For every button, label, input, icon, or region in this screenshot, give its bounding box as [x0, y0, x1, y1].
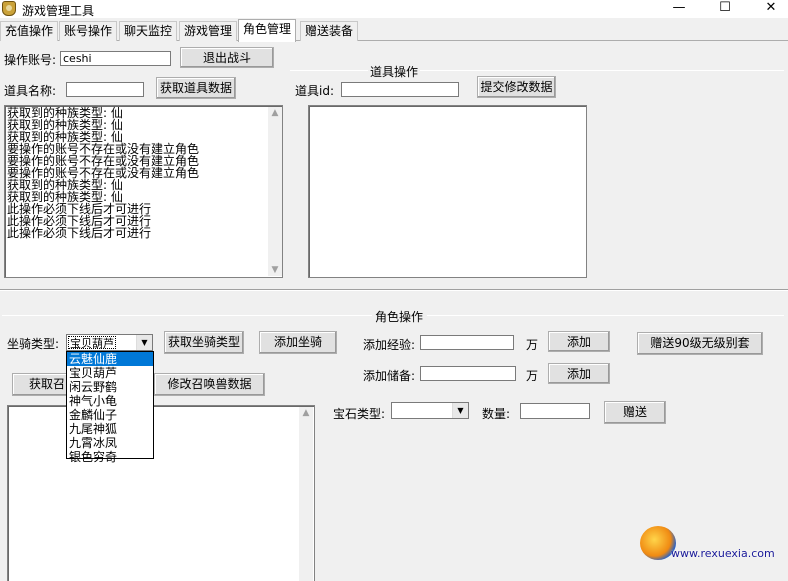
item-name-label: 道具名称: — [4, 84, 57, 98]
submit-modify-button[interactable]: 提交修改数据 — [477, 76, 556, 98]
maximize-icon[interactable]: ☐ — [702, 0, 748, 18]
tab-role-manage[interactable]: 角色管理 — [238, 19, 297, 42]
log-line: 此操作必须下线后才可进行 — [7, 226, 152, 240]
mount-selected-value: 宝贝葫芦 — [68, 336, 116, 350]
item-ops-group-line-left — [290, 70, 368, 71]
add-storage-button[interactable]: 添加 — [548, 363, 610, 384]
chevron-down-icon[interactable]: ▼ — [136, 335, 152, 350]
mount-option[interactable]: 云魅仙鹿 — [67, 352, 153, 366]
watermark-url: www.rexuexia.com — [671, 547, 775, 560]
mount-type-label: 坐骑类型: — [7, 337, 60, 351]
gem-type-label: 宝石类型: — [333, 407, 386, 421]
mount-option[interactable]: 金麟仙子 — [67, 408, 153, 422]
add-storage-label: 添加储备: — [363, 369, 416, 383]
role-ops-group-line-right — [427, 315, 784, 316]
role-ops-group-line-left — [2, 315, 372, 316]
item-ops-group-title: 道具操作 — [370, 65, 419, 79]
get-item-data-button[interactable]: 获取道具数据 — [156, 77, 236, 99]
item-ops-group-line-right — [420, 70, 784, 71]
close-icon[interactable]: ✕ — [748, 0, 788, 18]
summon-scroll-up-icon[interactable]: ▲ — [299, 407, 313, 419]
log-memo[interactable]: 获取到的种族类型: 仙获取到的种族类型: 仙获取到的种族类型: 仙要操作的账号不… — [4, 105, 283, 278]
mount-option[interactable]: 神气小龟 — [67, 394, 153, 408]
exp-unit-label: 万 — [526, 338, 539, 352]
mount-option[interactable]: 闲云野鹤 — [67, 380, 153, 394]
scroll-up-icon[interactable]: ▲ — [268, 107, 282, 119]
log-scrollbar[interactable]: ▲ ▼ — [268, 107, 282, 276]
account-input[interactable]: ceshi — [60, 51, 171, 66]
gift-level90-set-button[interactable]: 赠送90级无级别套 — [637, 332, 763, 355]
window-title: 游戏管理工具 — [22, 4, 95, 18]
tab-chat-monitor[interactable]: 聊天监控 — [119, 21, 178, 41]
quantity-label: 数量: — [482, 407, 511, 421]
section-divider — [0, 289, 788, 291]
mount-type-select[interactable]: 宝贝葫芦 ▼ — [66, 334, 153, 351]
item-name-input[interactable] — [66, 82, 144, 97]
gem-chevron-down-icon[interactable]: ▼ — [452, 403, 468, 418]
gift-button[interactable]: 赠送 — [604, 401, 666, 424]
mount-option[interactable]: 宝贝葫芦 — [67, 366, 153, 380]
account-label: 操作账号: — [4, 53, 57, 67]
add-mount-button[interactable]: 添加坐骑 — [259, 331, 337, 354]
add-storage-input[interactable] — [420, 366, 516, 381]
mount-dropdown-list[interactable]: 云魅仙鹿 宝贝葫芦 闲云野鹤 神气小龟 金麟仙子 九尾神狐 九霄冰凤 银色穷奇 — [66, 351, 154, 464]
summon-list-memo[interactable] — [7, 405, 315, 581]
add-exp-input[interactable] — [420, 335, 514, 350]
item-id-label: 道具id: — [295, 84, 334, 98]
quantity-input[interactable] — [520, 403, 590, 419]
tab-account[interactable]: 账号操作 — [59, 21, 118, 41]
tab-game-manage[interactable]: 游戏管理 — [179, 21, 238, 41]
summon-list-scrollbar[interactable]: ▲ — [299, 407, 313, 581]
item-data-memo[interactable] — [308, 105, 587, 278]
log-lines: 获取到的种族类型: 仙获取到的种族类型: 仙获取到的种族类型: 仙要操作的账号不… — [6, 107, 268, 239]
get-summon-button[interactable]: 获取召 — [12, 373, 72, 396]
add-exp-label: 添加经验: — [363, 338, 416, 352]
storage-unit-label: 万 — [526, 369, 539, 383]
item-id-input[interactable] — [341, 82, 459, 97]
tab-recharge[interactable]: 充值操作 — [0, 21, 59, 41]
app-icon — [2, 1, 16, 16]
gem-type-select[interactable]: ▼ — [391, 402, 469, 419]
scroll-down-icon[interactable]: ▼ — [268, 264, 282, 276]
role-ops-group-title: 角色操作 — [375, 310, 424, 324]
mount-option[interactable]: 九尾神狐 — [67, 422, 153, 436]
mount-option[interactable]: 九霄冰凤 — [67, 436, 153, 450]
tab-gift-equipment[interactable]: 赠送装备 — [300, 21, 359, 41]
mount-option[interactable]: 银色穷奇 — [67, 450, 153, 464]
add-exp-button[interactable]: 添加 — [548, 331, 610, 352]
exit-battle-button[interactable]: 退出战斗 — [180, 47, 274, 68]
get-mount-type-button[interactable]: 获取坐骑类型 — [164, 331, 244, 354]
modify-summon-button[interactable]: 修改召唤兽数据 — [154, 373, 265, 396]
minimize-icon[interactable]: — — [656, 0, 702, 18]
